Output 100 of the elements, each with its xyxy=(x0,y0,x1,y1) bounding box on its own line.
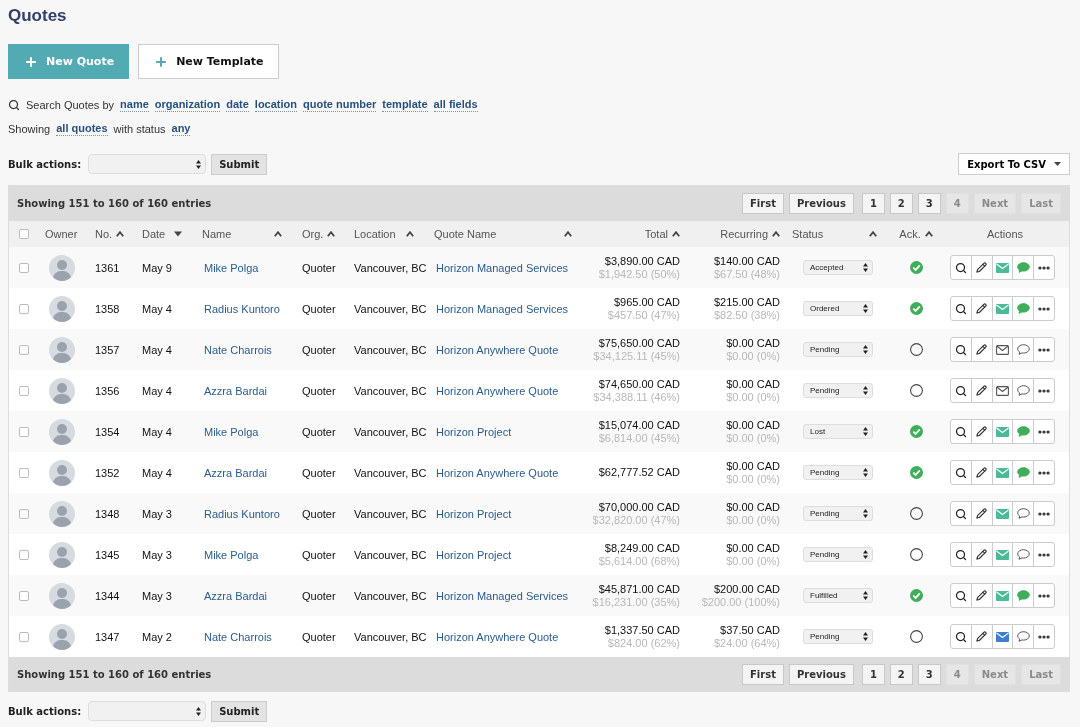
row-checkbox[interactable] xyxy=(19,631,29,642)
pagination-button[interactable]: 2 xyxy=(889,663,913,685)
sort-descending-icon[interactable] xyxy=(174,231,182,237)
pagination-button[interactable]: 2 xyxy=(889,193,913,214)
row-checkbox[interactable] xyxy=(19,344,29,355)
column-header[interactable]: No. xyxy=(95,228,113,240)
row-checkbox[interactable] xyxy=(19,262,29,273)
quote-name-link[interactable]: Horizon Anywhere Quote xyxy=(428,343,586,356)
row-checkbox[interactable] xyxy=(19,549,29,560)
export-csv-button[interactable]: Export To CSV xyxy=(958,153,1070,175)
column-header[interactable]: Date xyxy=(142,228,166,240)
quote-name-link[interactable]: Horizon Project xyxy=(428,507,586,520)
status-select[interactable]: Pending xyxy=(803,629,873,644)
sort-ascending-icon[interactable] xyxy=(406,231,414,237)
column-header[interactable]: Recurring xyxy=(720,228,768,240)
pagination-button[interactable]: 1 xyxy=(861,663,885,685)
status-select[interactable]: Fulfilled xyxy=(803,588,873,603)
organization: Quoter xyxy=(301,425,337,438)
pagination-button[interactable]: Previous xyxy=(788,193,854,214)
search-filter-link[interactable]: name xyxy=(120,98,149,112)
status-select[interactable]: Pending xyxy=(803,383,873,398)
customer-name-link[interactable]: Mike Polga xyxy=(196,548,296,561)
column-header[interactable]: Ack. xyxy=(899,228,921,240)
select-arrows-icon xyxy=(863,386,868,395)
sort-ascending-icon[interactable] xyxy=(327,231,336,237)
envelope-icon xyxy=(996,426,1009,437)
search-filter-link[interactable]: quote number xyxy=(303,98,377,112)
row-checkbox[interactable] xyxy=(19,426,29,437)
quote-name-link[interactable]: Horizon Anywhere Quote xyxy=(428,384,586,397)
status-select[interactable]: Accepted xyxy=(803,260,873,275)
pagination-button[interactable]: First xyxy=(742,663,784,685)
row-checkbox[interactable] xyxy=(19,508,29,519)
customer-name-link[interactable]: Nate Charrois xyxy=(196,343,296,356)
sort-ascending-icon[interactable] xyxy=(772,231,780,237)
submit-button[interactable]: Submit xyxy=(211,153,268,175)
pagination-button[interactable]: 1 xyxy=(861,193,885,214)
submit-button[interactable]: Submit xyxy=(211,700,268,722)
quote-name-link[interactable]: Horizon Managed Services xyxy=(428,302,586,315)
search-filter-link[interactable]: template xyxy=(382,98,428,112)
customer-name-link[interactable]: Mike Polga xyxy=(196,425,296,438)
scope-filter-link[interactable]: all quotes xyxy=(56,122,108,136)
column-header[interactable]: Status xyxy=(792,228,824,240)
quote-date: May 4 xyxy=(141,384,173,397)
quote-name-link[interactable]: Horizon Project xyxy=(428,425,586,438)
sort-ascending-icon[interactable] xyxy=(869,231,877,237)
search-icon xyxy=(954,302,967,315)
total-margin: $32,820.00 (47%) xyxy=(592,513,680,527)
status-select[interactable]: Pending xyxy=(803,506,873,521)
status-select[interactable]: Pending xyxy=(803,465,873,480)
customer-name-link[interactable]: Azzra Bardai xyxy=(196,466,296,479)
column-header[interactable]: Total xyxy=(644,228,668,240)
select-arrows-icon xyxy=(863,632,868,641)
customer-name-link[interactable]: Radius Kuntoro xyxy=(196,302,296,315)
customer-name-link[interactable]: Mike Polga xyxy=(196,261,296,274)
search-filter-link[interactable]: date xyxy=(226,98,249,112)
customer-name-link[interactable]: Nate Charrois xyxy=(196,630,296,643)
envelope-icon xyxy=(996,631,1009,642)
search-filter-link[interactable]: location xyxy=(254,98,297,112)
column-header[interactable]: Name xyxy=(202,228,232,240)
status-select[interactable]: Pending xyxy=(803,342,873,357)
avatar xyxy=(49,582,75,609)
row-checkbox[interactable] xyxy=(19,385,29,396)
status-filter-link[interactable]: any xyxy=(171,122,191,136)
quote-name-link[interactable]: Horizon Anywhere Quote xyxy=(428,630,586,643)
search-icon xyxy=(8,99,20,111)
quote-name-link[interactable]: Horizon Project xyxy=(428,548,586,561)
column-header[interactable]: Quote Name xyxy=(434,228,497,240)
search-filter-link[interactable]: all fields xyxy=(433,98,478,112)
search-icon xyxy=(954,425,967,438)
quote-number: 1352 xyxy=(94,466,121,479)
status-select[interactable]: Pending xyxy=(803,547,873,562)
pagination-button[interactable]: Previous xyxy=(788,663,854,685)
sort-ascending-icon[interactable] xyxy=(116,231,125,237)
search-filter-link[interactable]: organization xyxy=(154,98,221,112)
quote-name-link[interactable]: Horizon Managed Services xyxy=(428,589,586,602)
select-arrows-icon xyxy=(863,509,868,518)
row-checkbox[interactable] xyxy=(19,467,29,478)
quote-name-link[interactable]: Horizon Managed Services xyxy=(428,261,586,274)
sort-ascending-icon[interactable] xyxy=(274,231,282,237)
search-icon xyxy=(954,384,967,397)
pagination-button[interactable]: 3 xyxy=(917,193,941,214)
select-all-checkbox[interactable] xyxy=(19,229,29,239)
quote-name-link[interactable]: Horizon Anywhere Quote xyxy=(428,466,586,479)
total-amount: $45,871.00 CAD xyxy=(598,582,680,596)
sort-ascending-icon[interactable] xyxy=(672,231,680,237)
new-template-button[interactable]: New Template xyxy=(138,44,279,79)
sort-ascending-icon[interactable] xyxy=(564,231,572,237)
column-header[interactable]: Org. xyxy=(302,228,324,240)
sort-ascending-icon[interactable] xyxy=(924,231,933,237)
customer-name-link[interactable]: Radius Kuntoro xyxy=(196,507,296,520)
status-select[interactable]: Lost xyxy=(803,424,873,439)
row-checkbox[interactable] xyxy=(19,303,29,314)
status-select[interactable]: Ordered xyxy=(803,301,873,316)
row-checkbox[interactable] xyxy=(19,590,29,601)
column-header[interactable]: Location xyxy=(354,228,396,240)
pagination-button[interactable]: 3 xyxy=(917,663,941,685)
customer-name-link[interactable]: Azzra Bardai xyxy=(196,384,296,397)
pagination-button[interactable]: First xyxy=(742,193,784,214)
quote-date: May 4 xyxy=(141,466,173,479)
customer-name-link[interactable]: Azzra Bardai xyxy=(196,589,296,602)
